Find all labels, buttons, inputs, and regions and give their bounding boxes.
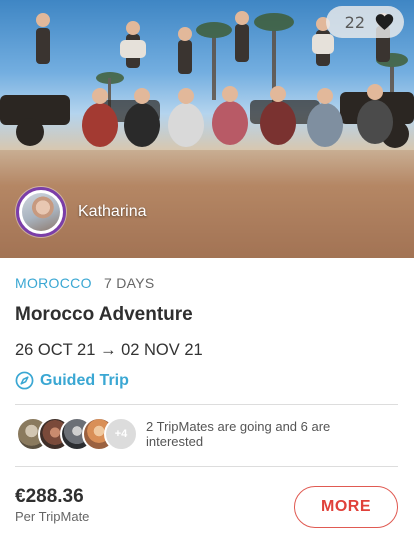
trip-title[interactable]: Morocco Adventure bbox=[15, 304, 193, 326]
host-avatar-image bbox=[22, 193, 60, 231]
heart-icon bbox=[375, 14, 394, 30]
trip-duration: 7 DAYS bbox=[103, 275, 155, 291]
trip-card[interactable]: 22 Katharina MOROCCO 7 DAYS Morocco Adve… bbox=[0, 0, 414, 554]
like-button[interactable]: 22 bbox=[326, 6, 404, 38]
compass-icon bbox=[15, 371, 34, 390]
more-button[interactable]: MORE bbox=[294, 486, 398, 528]
trip-type-label: Guided Trip bbox=[40, 371, 129, 389]
tripmates-more-count: +4 bbox=[104, 417, 138, 451]
trip-type: Guided Trip bbox=[15, 371, 129, 390]
divider bbox=[15, 466, 398, 467]
host-info[interactable]: Katharina bbox=[16, 187, 147, 237]
trip-meta: MOROCCO 7 DAYS bbox=[15, 275, 155, 291]
like-count: 22 bbox=[344, 12, 365, 32]
tripmates-text: 2 TripMates are going and 6 are interest… bbox=[146, 419, 331, 449]
trip-country: MOROCCO bbox=[15, 275, 92, 291]
trip-cover-photo[interactable]: 22 Katharina bbox=[0, 0, 414, 258]
host-avatar[interactable] bbox=[16, 187, 66, 237]
divider bbox=[15, 404, 398, 405]
trip-dates: 26 OCT 21 → 02 NOV 21 bbox=[15, 341, 203, 359]
trip-price: €288.36 bbox=[15, 486, 84, 507]
host-name: Katharina bbox=[78, 203, 147, 220]
tripmates-avatars[interactable]: +4 bbox=[16, 417, 140, 451]
price-unit: Per TripMate bbox=[15, 509, 90, 524]
tripmates-summary[interactable]: +4 2 TripMates are going and 6 are inter… bbox=[16, 417, 366, 451]
